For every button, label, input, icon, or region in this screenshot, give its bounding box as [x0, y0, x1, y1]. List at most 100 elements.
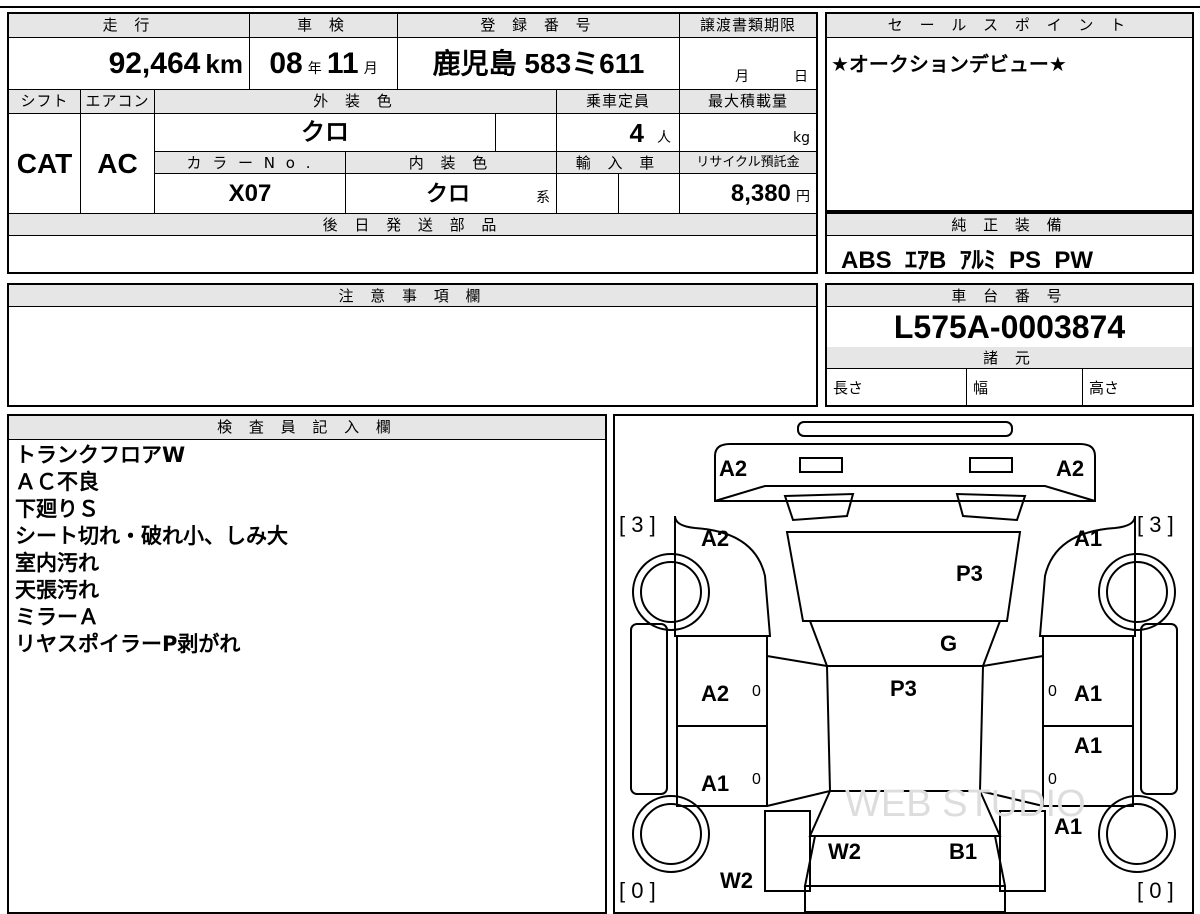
- shift-value: CAT: [16, 148, 73, 179]
- inspector-note: 室内汚れ: [15, 551, 99, 575]
- interior-cell: クロ 系: [346, 174, 557, 214]
- top-strip: [0, 0, 1200, 8]
- length-label: 長さ: [833, 379, 864, 397]
- max-load-label: 最大積載量: [680, 90, 816, 114]
- exterior-cell: クロ: [155, 114, 496, 152]
- mark-trunk: B1: [949, 839, 977, 864]
- mark-fender-right: A1: [1074, 526, 1102, 551]
- equipment-box: 純 正 装 備 ABS ｴｱB ｱﾙﾐ PS PW: [825, 212, 1194, 274]
- capacity-cell: 4 人: [557, 114, 680, 152]
- interior-label: 内 装 色: [346, 152, 557, 174]
- grille-right: [955, 492, 1027, 522]
- watermark: WEB STUDIO: [845, 783, 1086, 825]
- color-no-label: カ ラ ー N o .: [155, 152, 346, 174]
- registration-cell: 鹿児島 583ミ611: [398, 38, 680, 90]
- mark-roof: P3: [890, 676, 917, 701]
- mark-front-right: A2: [1056, 456, 1084, 481]
- zero-mark: 0: [1048, 771, 1057, 788]
- exterior-value: クロ: [301, 119, 349, 146]
- year-unit: 年: [307, 61, 322, 77]
- shift-cell: CAT: [9, 114, 81, 214]
- tire-rear-left: [632, 795, 710, 873]
- max-load-unit: kg: [793, 130, 810, 146]
- sales-point-label: セ ー ル ス ポ イ ン ト: [827, 14, 1192, 38]
- mileage-unit: km: [205, 49, 243, 79]
- mark-hood: P3: [956, 561, 983, 586]
- interior-suffix: 系: [536, 190, 550, 206]
- later-parts-value: [9, 236, 816, 272]
- deadline-month-unit: 月: [735, 69, 749, 85]
- front-bumper: [714, 443, 1096, 502]
- recycle-cell: 8,380 円: [680, 174, 816, 214]
- car-diagram-box: WEB STUDIO A2 A2 A2 A1 P3 G P3 A2 A1 A1 …: [613, 414, 1194, 914]
- import-label: 輸 入 車: [557, 152, 680, 174]
- tire-mark-fl: [ 3 ]: [619, 512, 656, 537]
- mark-fender-left: A2: [701, 526, 729, 551]
- recycle-value: 8,380: [730, 180, 791, 207]
- deadline-cell: 月 日: [680, 38, 816, 90]
- hood-panel: [785, 531, 1022, 622]
- chassis-label: 車 台 番 号: [827, 285, 1192, 307]
- capacity-value: 4: [629, 118, 644, 148]
- sidebar-left: [630, 623, 668, 795]
- mark-rear-glass: W2: [828, 839, 861, 864]
- exterior-label: 外 装 色: [155, 90, 557, 114]
- month-unit: 月: [363, 61, 378, 77]
- inspection-year: 08: [269, 47, 303, 80]
- aircon-cell: AC: [81, 114, 155, 214]
- equipment-value: ABS ｴｱB ｱﾙﾐ PS PW: [841, 247, 1094, 274]
- notes-label: 注 意 事 項 欄: [9, 285, 816, 307]
- tire-front-left: [632, 553, 710, 631]
- car-diagram: WEB STUDIO A2 A2 A2 A1 P3 G P3 A2 A1 A1 …: [619, 421, 1178, 912]
- zero-mark: 0: [752, 683, 761, 700]
- rear-bumper-left: [764, 810, 811, 892]
- sidebar-right: [1140, 623, 1178, 795]
- recycle-label: リサイクル預託金: [680, 152, 816, 174]
- transfer-deadline-label: 譲渡書類期限: [680, 14, 816, 38]
- inspection-cell: 08 年 11 月: [250, 38, 398, 90]
- zero-mark: 0: [1048, 683, 1057, 700]
- inspection-month: 11: [326, 47, 359, 80]
- color-no-cell: X07: [155, 174, 346, 214]
- tire-rear-right: [1098, 795, 1176, 873]
- rear-bumper: [804, 885, 1006, 912]
- chassis-box: 車 台 番 号 L575A-0003874 諸 元 長さ 幅 高さ: [825, 283, 1194, 407]
- deadline-day-unit: 日: [794, 69, 808, 85]
- registration-label: 登 録 番 号: [398, 14, 680, 38]
- body-outline-front: [714, 485, 1096, 502]
- tire-mark-rr: [ 0 ]: [1137, 878, 1174, 903]
- grille-left: [783, 492, 855, 522]
- mark-rear-door-right: A1: [1074, 733, 1102, 758]
- later-parts-label: 後 日 発 送 部 品: [9, 214, 816, 236]
- interior-value: クロ: [426, 181, 471, 206]
- equipment-label: 純 正 装 備: [827, 214, 1192, 236]
- height-label: 高さ: [1089, 379, 1120, 397]
- mileage-cell: 92,464 km: [9, 38, 250, 90]
- import-cell-b: [619, 174, 680, 214]
- vehicle-info-table: 走 行 車 検 登 録 番 号 譲渡書類期限 92,464 km 08 年 11…: [7, 12, 818, 274]
- aircon-value: AC: [97, 148, 138, 179]
- inspector-note: ミラーＡ: [15, 605, 99, 629]
- dimensions-label: 諸 元: [827, 347, 1192, 369]
- sales-point-value: ★オークションデビュー★: [831, 52, 1067, 76]
- mark-rear-left-bottom: W2: [720, 868, 753, 893]
- inspector-note: リヤスポイラーP剥がれ: [15, 632, 241, 656]
- recycle-unit: 円: [796, 189, 810, 205]
- mark-front-door-right: A1: [1074, 681, 1102, 706]
- inspector-notes: トランクフロアW ＡＣ不良 下廻りＳ シート切れ・破れ小、しみ大 室内汚れ 天張…: [15, 442, 288, 658]
- tire-rear-left-inner: [640, 803, 702, 865]
- notes-box: 注 意 事 項 欄: [7, 283, 818, 407]
- mark-front-left: A2: [719, 456, 747, 481]
- length-cell: 長さ: [827, 369, 967, 405]
- tire-mark-rl: [ 0 ]: [619, 878, 656, 903]
- mark-windshield: G: [940, 631, 957, 656]
- aircon-label: エアコン: [81, 90, 155, 114]
- mileage-label: 走 行: [9, 14, 250, 38]
- headlight-right: [969, 457, 1013, 473]
- inspector-box: 検 査 員 記 入 欄 トランクフロアW ＡＣ不良 下廻りＳ シート切れ・破れ小…: [7, 414, 607, 914]
- registration-value: 鹿児島 583ミ611: [432, 48, 645, 79]
- sales-point-box: セ ー ル ス ポ イ ン ト ★オークションデビュー★: [825, 12, 1194, 212]
- mileage-value: 92,464: [108, 47, 201, 80]
- exterior-extra-cell: [496, 114, 557, 152]
- tire-front-right: [1098, 553, 1176, 631]
